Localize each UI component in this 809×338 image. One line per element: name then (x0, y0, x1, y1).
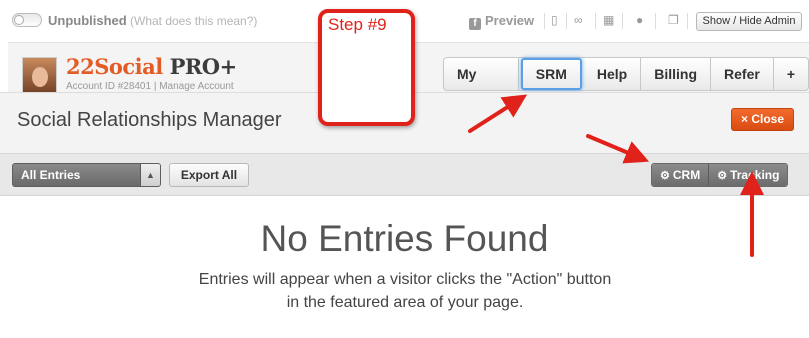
arrow-to-crm (586, 134, 650, 164)
annotation-arrows (468, 94, 764, 257)
arrow-to-srm (468, 94, 528, 133)
